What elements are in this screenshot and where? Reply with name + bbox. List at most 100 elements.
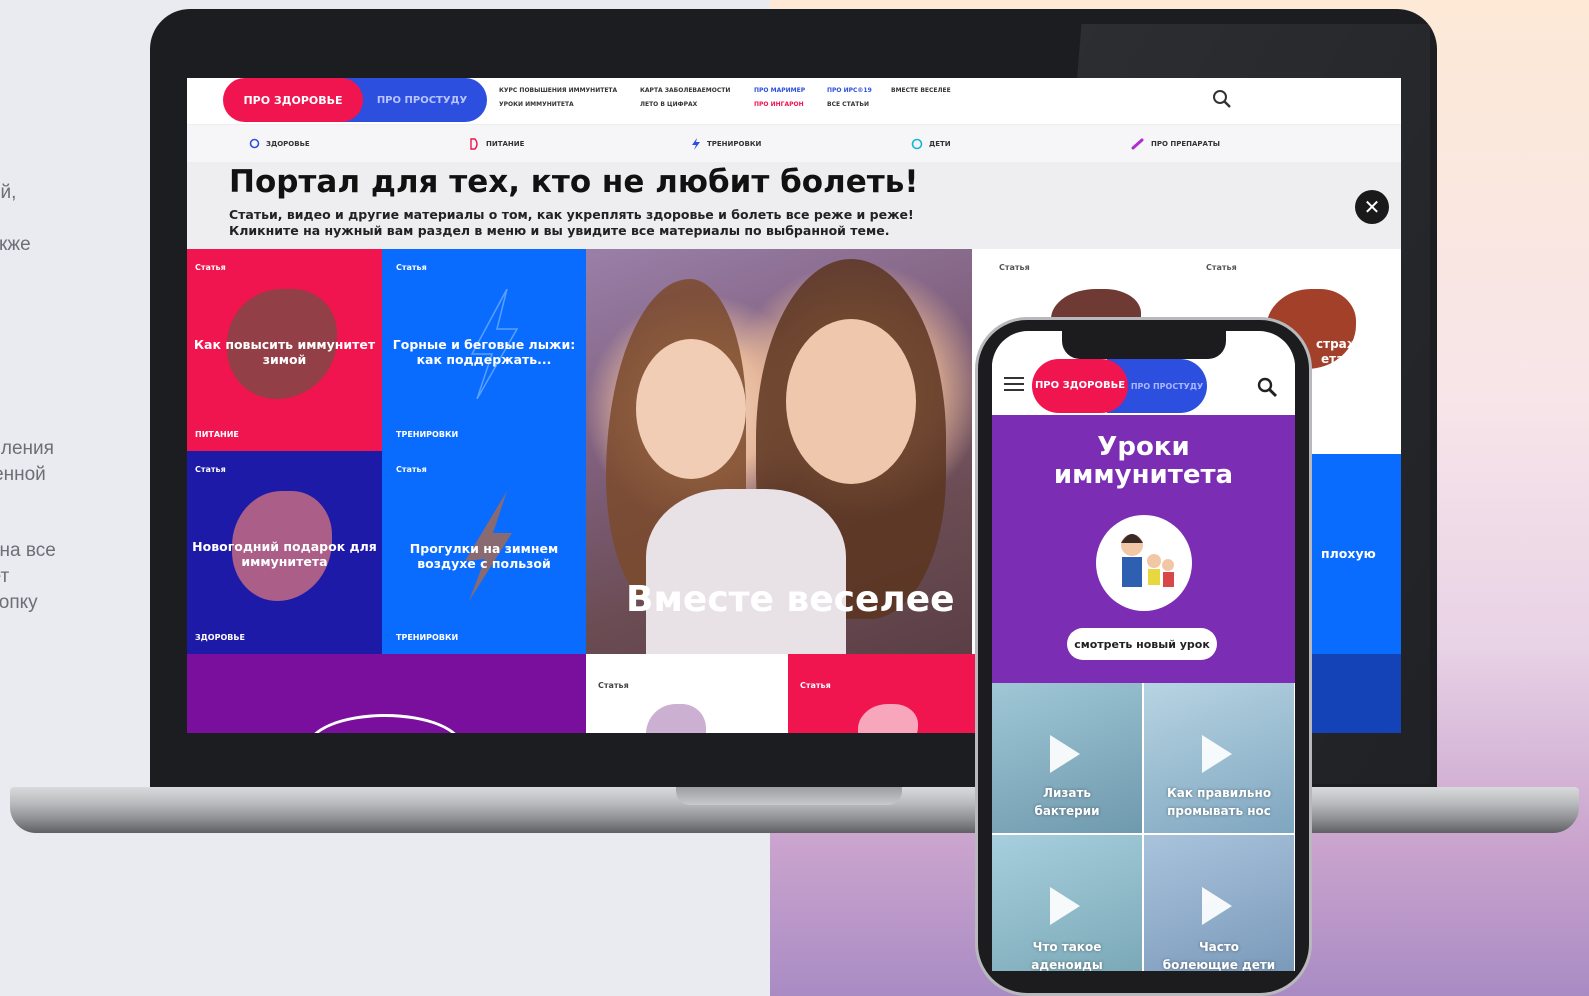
tile-category: ПИТАНИЕ (195, 430, 239, 439)
subnav-drugs[interactable]: ПРО ПРЕПАРАТЫ (1131, 138, 1220, 150)
tile-kind: Статья (598, 681, 629, 690)
nav-course[interactable]: КУРС ПОВЫШЕНИЯ ИММУНИТЕТА (499, 87, 617, 94)
article-tile[interactable]: Статья Новогодний подарок для иммунитета… (187, 451, 382, 654)
tile-image (646, 704, 706, 733)
video-card[interactable]: Лизать бактерии (992, 683, 1142, 833)
side-text-line: кнопку (0, 592, 38, 613)
video-title-line: Как правильно (1166, 786, 1272, 800)
lessons-title-line: иммунитета (1053, 460, 1234, 490)
video-card[interactable]: Как правильно промывать нос (1144, 683, 1294, 833)
article-tile[interactable]: Статья Прогулки на зимнем воздухе с поль… (382, 451, 586, 654)
search-icon[interactable] (1211, 88, 1233, 110)
subnav-label: ТРЕНИРОВКИ (707, 140, 762, 148)
laptop-hinge-notch (676, 787, 902, 805)
tile-title: Как повысить иммунитет зимой (193, 337, 376, 367)
tab-pro-zdorovie[interactable]: ПРО ЗДОРОВЬЕ (223, 78, 363, 122)
article-tile[interactable]: Статья (788, 654, 991, 733)
tile-title-fragment: ета (1321, 352, 1345, 366)
nav-marimer[interactable]: ПРО МАРИМЕР (754, 87, 805, 94)
tile-image (307, 714, 463, 733)
nav-irs19[interactable]: ПРО ИРС®19 (827, 87, 872, 94)
category-nav: ЗДОРОВЬЕ ПИТАНИЕ ТРЕНИРОВКИ ДЕТИ ПРО ПРЕ… (187, 124, 1401, 163)
side-text-line: ает (0, 566, 10, 587)
site-header: ПРО ПРОСТУДУ ПРО ЗДОРОВЬЕ КУРС ПОВЫШЕНИЯ… (187, 78, 1401, 124)
video-title-line: промывать нос (1167, 804, 1271, 818)
video-title-line: болеющие дети (1162, 958, 1276, 971)
side-description: чей, о также ы епления менной ю на все а… (0, 0, 150, 996)
hero-photo[interactable]: Вместе веселее (586, 249, 972, 659)
menu-icon[interactable] (992, 375, 1032, 395)
video-title-line: бактерии (1034, 804, 1100, 818)
photo-caption: Вместе веселее (626, 579, 955, 620)
subnav-food[interactable]: ПИТАНИЕ (469, 138, 524, 150)
watch-lesson-button[interactable]: смотреть новый урок (1067, 628, 1217, 660)
subnav-training[interactable]: ТРЕНИРОВКИ (690, 138, 761, 150)
phone-notch (1062, 331, 1226, 359)
video-title-line: Лизать (1043, 786, 1091, 800)
tile-title: Прогулки на зимнем воздухе с пользой (409, 541, 559, 571)
phone-tab-pro-zdorovie[interactable]: ПРО ЗДОРОВЬЕ (1032, 359, 1128, 413)
search-icon[interactable] (1256, 376, 1278, 398)
lessons-title: Уроки иммунитета (992, 433, 1295, 489)
article-tile[interactable]: Статья (586, 654, 788, 733)
tile-title: Горные и беговые лыжи: как поддержать... (392, 337, 576, 367)
nav-all-articles[interactable]: ВСЕ СТАТЬИ (827, 101, 869, 108)
tile-kind: Статья (999, 263, 1030, 272)
video-title-line: Часто (1198, 940, 1240, 954)
play-icon (1050, 887, 1080, 925)
hero-subtitle-2: Кликните на нужный вам раздел в меню и в… (229, 223, 890, 238)
photo-shape (636, 339, 746, 479)
photo-shape (646, 489, 846, 659)
tile-image (858, 704, 918, 733)
family-illustration-icon (1121, 534, 1174, 587)
video-card[interactable]: Что такое аденоиды (992, 835, 1142, 971)
nav-summer[interactable]: ЛЕТО В ЦИФРАХ (640, 101, 697, 108)
tile-kind: Статья (195, 465, 226, 474)
page-title: Портал для тех, кто не любит болеть! (229, 164, 919, 200)
hero-subtitle-1: Статьи, видео и другие материалы о том, … (229, 207, 914, 222)
phone-screen: ПРО ПРОСТУДУ ПРО ЗДОРОВЬЕ Уроки иммунитет… (992, 331, 1295, 971)
lightning-icon (692, 138, 700, 150)
tile-kind: Статья (195, 263, 226, 272)
subnav-label: ДЕТИ (929, 140, 951, 148)
tile-category: ТРЕНИРОВКИ (396, 430, 459, 439)
nav-ingaron[interactable]: ПРО ИНГАРОН (754, 101, 804, 108)
drop-icon (249, 138, 260, 149)
article-tile[interactable]: Статья Горные и беговые лыжи: как поддер… (382, 249, 586, 451)
lessons-banner: Уроки иммунитета смотреть новый урок (992, 415, 1295, 683)
nav-together[interactable]: ВМЕСТЕ ВЕСЕЛЕЕ (891, 87, 951, 94)
photo-shape (786, 319, 916, 484)
phone-header: ПРО ПРОСТУДУ ПРО ЗДОРОВЬЕ (992, 359, 1295, 415)
circle-icon (911, 138, 923, 150)
subnav-kids[interactable]: ДЕТИ (911, 138, 951, 150)
tile-category: ТРЕНИРОВКИ (396, 633, 459, 642)
pill-icon (1131, 138, 1144, 150)
video-card[interactable]: Часто болеющие дети (1144, 835, 1294, 971)
subnav-label: ПРО ПРЕПАРАТЫ (1151, 140, 1220, 148)
play-icon (1202, 735, 1232, 773)
nav-lessons[interactable]: УРОКИ ИММУНИТЕТА (499, 101, 574, 108)
subnav-label: ЗДОРОВЬЕ (266, 139, 310, 148)
subnav-health[interactable]: ЗДОРОВЬЕ (249, 138, 310, 149)
side-text-line: менной (0, 464, 46, 485)
tile-kind: Статья (1206, 263, 1237, 272)
side-text-line: чей, (0, 182, 17, 203)
tile-title-fragment: страж (1316, 337, 1359, 351)
side-text-line: ю на все (0, 540, 56, 561)
tile-title: Новогодний подарок для иммунитета (192, 539, 377, 569)
tile-kind: Статья (396, 263, 427, 272)
tile-title-fragment: плохую (1321, 546, 1376, 561)
play-icon (1050, 735, 1080, 773)
article-tile[interactable]: Статья Как повысить иммунитет зимой ПИТА… (187, 249, 382, 451)
tile-category: ЗДОРОВЬЕ (195, 633, 245, 642)
lessons-illustration (1096, 515, 1192, 611)
close-banner-button[interactable]: ✕ (1355, 190, 1389, 224)
tile-kind: Статья (396, 465, 427, 474)
article-tile[interactable] (187, 654, 586, 733)
nav-map[interactable]: КАРТА ЗАБОЛЕВАЕМОСТИ (640, 87, 730, 94)
side-text-line: епления (0, 438, 54, 459)
play-icon (1202, 887, 1232, 925)
side-text-line: также (0, 234, 31, 255)
food-icon (470, 138, 478, 150)
hero-banner: Портал для тех, кто не любит болеть! Ста… (187, 162, 1401, 249)
